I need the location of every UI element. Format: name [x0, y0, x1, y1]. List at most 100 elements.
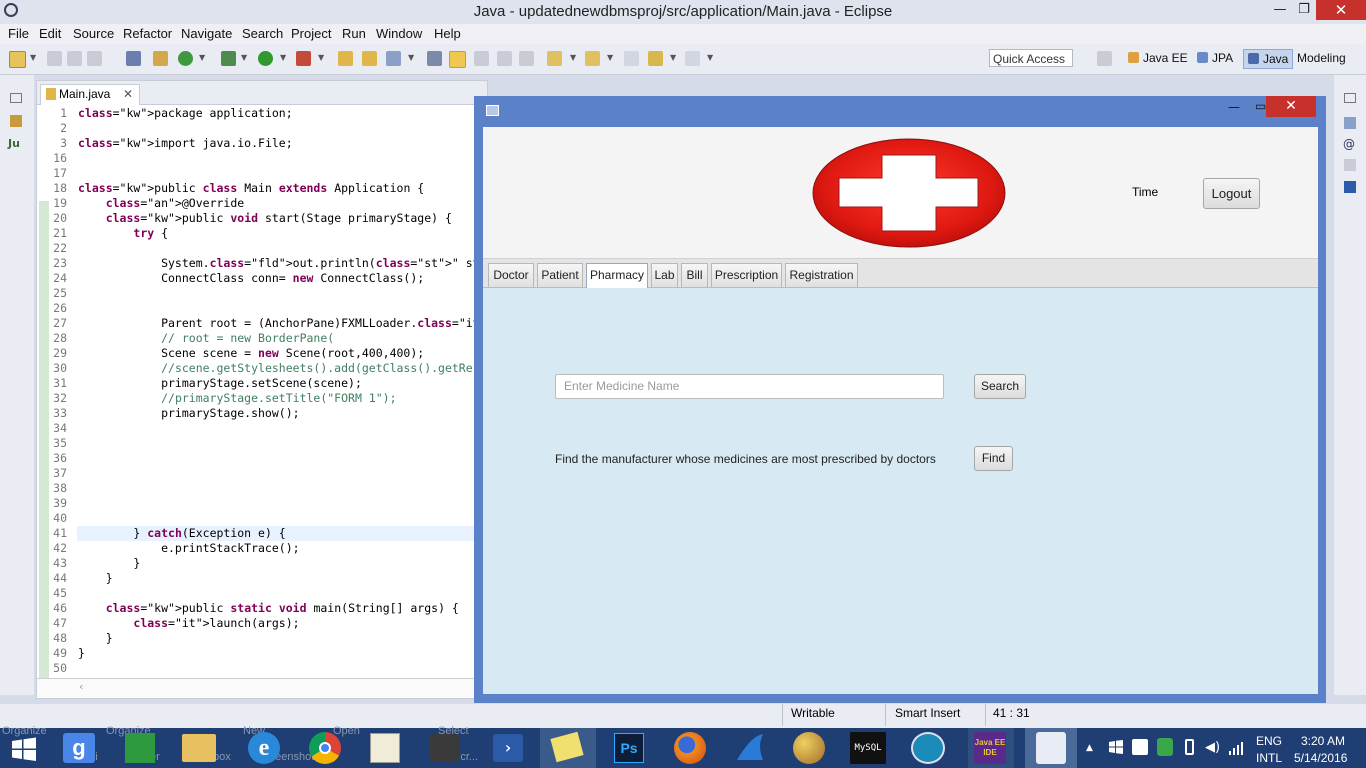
- code-line[interactable]: 16: [37, 151, 477, 166]
- open-perspective-icon[interactable]: [1097, 51, 1112, 66]
- last-edit-icon[interactable]: [624, 51, 639, 66]
- code-line[interactable]: 33 primaryStage.show();: [37, 406, 477, 421]
- mysql-icon[interactable]: MySQL: [850, 732, 886, 764]
- horizontal-scrollbar[interactable]: ‹: [37, 678, 477, 697]
- medicine-search-input[interactable]: Enter Medicine Name: [555, 374, 944, 399]
- code-line[interactable]: 19 class="an">@Override: [37, 196, 477, 211]
- code-line[interactable]: 27 Parent root = (AnchorPane)FXMLLoader.…: [37, 316, 549, 331]
- minimize-button[interactable]: —: [1268, 0, 1292, 20]
- logout-button[interactable]: Logout: [1203, 178, 1260, 209]
- console-icon[interactable]: [1344, 181, 1356, 193]
- junit-icon[interactable]: Ju: [8, 137, 20, 150]
- code-line[interactable]: 1 class="kw">package application;: [37, 106, 477, 121]
- code-line[interactable]: 34: [37, 421, 477, 436]
- code-line[interactable]: 30 //scene.getStylesheets().add(getClass…: [37, 361, 477, 376]
- code-line[interactable]: 37: [37, 466, 477, 481]
- new-icon[interactable]: [9, 51, 26, 68]
- tab-pharmacy[interactable]: Pharmacy: [586, 263, 648, 289]
- code-line[interactable]: 39: [37, 496, 477, 511]
- firefox-icon[interactable]: [674, 732, 706, 764]
- code-line[interactable]: 38: [37, 481, 477, 496]
- code-line[interactable]: 22: [37, 241, 477, 256]
- run-icon[interactable]: [258, 51, 273, 66]
- menu-edit[interactable]: Edit: [39, 26, 61, 41]
- wireshark-icon[interactable]: [733, 732, 767, 764]
- menu-search[interactable]: Search: [242, 26, 283, 41]
- tab-doctor[interactable]: Doctor: [488, 263, 534, 287]
- menu-window[interactable]: Window: [376, 26, 422, 41]
- code-line[interactable]: 26: [37, 301, 477, 316]
- code-line[interactable]: 21 try {: [37, 226, 477, 241]
- code-line[interactable]: 35: [37, 436, 477, 451]
- menu-help[interactable]: Help: [434, 26, 461, 41]
- perspective-jpa[interactable]: JPA: [1197, 51, 1233, 65]
- tray-expand-icon[interactable]: ▲: [1086, 743, 1093, 753]
- code-line[interactable]: 49}: [37, 646, 477, 661]
- chevron-left-icon[interactable]: ‹: [79, 680, 83, 693]
- search-button[interactable]: Search: [974, 374, 1026, 399]
- code-line[interactable]: 36: [37, 451, 477, 466]
- wifi-signal-icon[interactable]: [1228, 741, 1244, 755]
- mark-occurrences-icon[interactable]: [449, 51, 466, 68]
- code-line[interactable]: 46 class="kw">public static void main(St…: [37, 601, 477, 616]
- google-search-icon[interactable]: g: [63, 733, 95, 763]
- code-line[interactable]: 41 } catch(Exception e) {: [37, 526, 477, 541]
- code-editor[interactable]: Main.java ✕ 1 class="kw">package applicat…: [36, 80, 549, 699]
- javadoc-icon[interactable]: @: [1343, 137, 1355, 151]
- block-selection-icon[interactable]: [474, 51, 489, 66]
- restore-view-icon[interactable]: [1344, 93, 1356, 103]
- close-button[interactable]: ✕: [1316, 0, 1366, 20]
- code-line[interactable]: 50: [37, 661, 477, 676]
- menu-refactor[interactable]: Refactor: [123, 26, 172, 41]
- package-explorer-icon[interactable]: [10, 115, 22, 127]
- restore-button[interactable]: ❐: [1292, 0, 1316, 20]
- tab-patient[interactable]: Patient: [537, 263, 583, 287]
- code-line[interactable]: 31 primaryStage.setScene(scene);: [37, 376, 477, 391]
- powershell-icon[interactable]: ›: [493, 734, 523, 762]
- app-maximize-button[interactable]: ▭: [1255, 99, 1266, 113]
- code-line[interactable]: 28 // root = new BorderPane(: [37, 331, 477, 346]
- clock-time[interactable]: 3:20 AM: [1301, 734, 1345, 748]
- open-type-icon[interactable]: [427, 51, 442, 66]
- file-explorer-icon[interactable]: [182, 734, 216, 762]
- show-whitespace-icon[interactable]: [497, 51, 512, 66]
- new-server-icon[interactable]: [153, 51, 168, 66]
- code-line[interactable]: 42 e.printStackTrace();: [37, 541, 477, 556]
- keyboard-layout[interactable]: INTL: [1256, 751, 1282, 765]
- windows-tray-icon[interactable]: [1108, 739, 1124, 755]
- language-indicator[interactable]: ENG: [1256, 734, 1282, 748]
- debug-icon[interactable]: [221, 51, 236, 66]
- code-line[interactable]: 3 class="kw">import java.io.File;: [37, 136, 477, 151]
- menu-file[interactable]: File: [8, 26, 29, 41]
- photoshop-icon[interactable]: Ps: [614, 733, 644, 763]
- code-line[interactable]: 44 }: [37, 571, 477, 586]
- chevron-down-icon[interactable]: ▼: [30, 53, 36, 62]
- chevron-down-icon[interactable]: ▼: [241, 53, 247, 62]
- code-line[interactable]: 48 }: [37, 631, 477, 646]
- app-minimize-button[interactable]: —: [1228, 100, 1240, 114]
- tab-main-java[interactable]: Main.java ✕: [40, 84, 140, 105]
- forward-icon[interactable]: [685, 51, 700, 66]
- perspective-java[interactable]: Java: [1243, 49, 1293, 69]
- new-class-icon[interactable]: [386, 51, 401, 66]
- menu-run[interactable]: Run: [342, 26, 366, 41]
- code-line[interactable]: 29 Scene scene = new Scene(root,400,400)…: [37, 346, 477, 361]
- chevron-down-icon[interactable]: ▼: [408, 53, 414, 62]
- chevron-down-icon[interactable]: ▼: [570, 53, 576, 62]
- code-line[interactable]: 45: [37, 586, 477, 601]
- skip-breakpoints-icon[interactable]: [126, 51, 141, 66]
- paragraph-icon[interactable]: [519, 51, 534, 66]
- store-icon[interactable]: [125, 733, 155, 763]
- chevron-down-icon[interactable]: ▼: [607, 53, 613, 62]
- code-line[interactable]: 2: [37, 121, 477, 136]
- previous-annotation-icon[interactable]: [585, 51, 600, 66]
- perspective-modeling[interactable]: Modeling: [1297, 51, 1346, 65]
- code-line[interactable]: 24 ConnectClass conn= new ConnectClass()…: [37, 271, 477, 286]
- perspective-java-ee[interactable]: Java EE: [1128, 51, 1188, 65]
- tab-bill[interactable]: Bill: [681, 263, 708, 287]
- save-all-icon[interactable]: [67, 51, 82, 66]
- back-icon[interactable]: [648, 51, 663, 66]
- code-line[interactable]: 18 class="kw">public class Main extends A…: [37, 181, 477, 196]
- outline-icon[interactable]: [1344, 117, 1356, 129]
- menu-navigate[interactable]: Navigate: [181, 26, 232, 41]
